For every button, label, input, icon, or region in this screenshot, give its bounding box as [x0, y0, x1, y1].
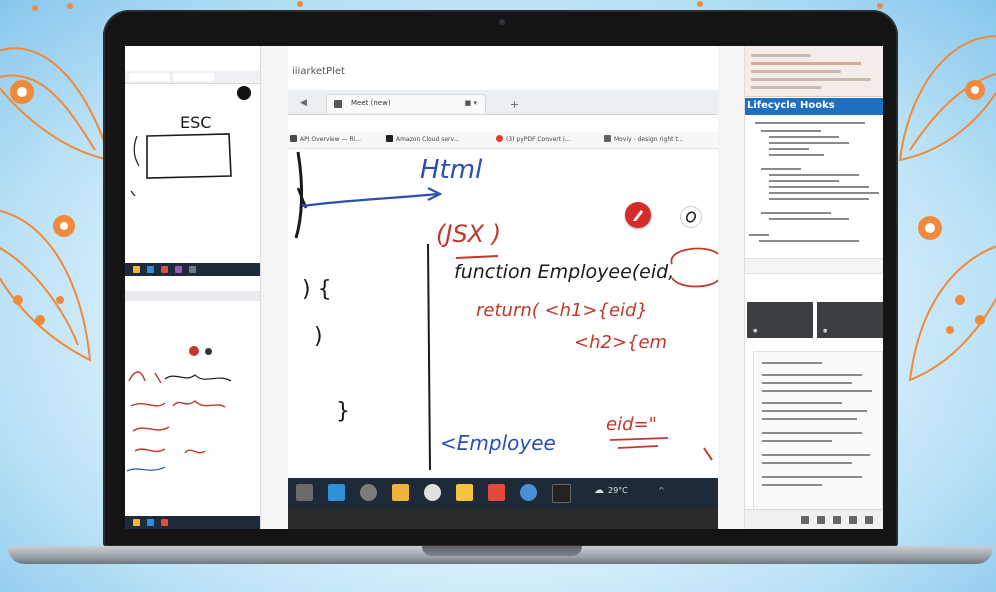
tray-chevron-icon[interactable]: ^ — [658, 486, 665, 495]
whiteboard-canvas[interactable]: Html (JSX ) ) { ) } function Employee(ei… — [288, 148, 718, 470]
component-line-text: <Employee — [440, 431, 556, 455]
jsx-text: (JSX ) — [436, 220, 501, 248]
back-icon[interactable]: ◀ — [300, 98, 307, 108]
weather-icon: ☁ — [594, 485, 604, 496]
bookmark-icon — [604, 135, 611, 142]
bookmarks-bar: API Overview — Ri... Amazon Cloud serv..… — [288, 132, 718, 149]
laptop-screen: ESC iiiarketPlet ◀ Meet (new) ■ ▾ + API … — [125, 46, 883, 529]
left-tab[interactable] — [129, 73, 170, 81]
bookmark-icon — [386, 135, 393, 142]
weather-text: 29°C — [608, 486, 628, 495]
bookmark-item[interactable]: API Overview — Ri... — [290, 135, 361, 143]
bookmark-item[interactable]: (3) pyPDF Convert I... — [496, 135, 571, 143]
function-line-text: function Employee(eid, — [454, 261, 674, 283]
right-window[interactable]: Lifecycle Hooks ● ● — [744, 46, 883, 529]
laptop-notch — [422, 546, 582, 556]
app-icon[interactable] — [456, 484, 473, 501]
open-brace-text: ) { — [302, 277, 332, 302]
right-status-strip — [745, 258, 883, 274]
right-bottom-toolbar[interactable] — [745, 509, 883, 529]
video-tile[interactable]: ● — [817, 302, 883, 338]
left-tab[interactable] — [173, 73, 214, 81]
pen-icon[interactable] — [625, 202, 651, 228]
tab-label: Meet (new) — [351, 99, 391, 107]
webcam — [499, 19, 505, 25]
close-brace-text: } — [336, 399, 350, 424]
left-whiteboard: ESC — [130, 113, 232, 197]
windows-taskbar[interactable]: ☁ 29°C ^ — [288, 478, 718, 508]
terminal-icon[interactable] — [552, 484, 571, 503]
bookmark-item[interactable]: Amazon Cloud serv... — [386, 135, 459, 143]
paren-text: ) — [314, 324, 323, 349]
app-icon[interactable] — [424, 484, 441, 501]
bookmark-item[interactable]: Moviy - design right t... — [604, 135, 684, 143]
return-line1-text: return( <h1>{eid} — [476, 300, 648, 321]
window-title: iiiarketPlet — [292, 66, 345, 77]
slide-title: Lifecycle Hooks — [747, 100, 835, 111]
chrome-icon[interactable] — [360, 484, 377, 501]
app-icon[interactable] — [488, 484, 505, 501]
eraser-icon[interactable] — [205, 348, 212, 355]
left-taskbar[interactable] — [125, 263, 260, 276]
browser-tab[interactable]: Meet (new) ■ ▾ — [326, 94, 486, 113]
vscode-icon[interactable] — [328, 484, 345, 501]
ppt-ribbon[interactable] — [745, 46, 883, 97]
pen-glyph-icon — [633, 210, 643, 221]
bookmark-icon — [290, 135, 297, 142]
document-preview — [753, 351, 883, 518]
left-window[interactable]: ESC — [125, 46, 261, 529]
left-handwriting-red — [126, 371, 232, 472]
esc-label: ESC — [180, 113, 211, 132]
tab-favicon-icon — [334, 100, 342, 108]
pen-icon[interactable] — [189, 346, 199, 356]
html-text: Html — [420, 155, 483, 185]
laptop: ESC iiiarketPlet ◀ Meet (new) ■ ▾ + API … — [103, 10, 898, 547]
browser-tab-bar[interactable]: ◀ Meet (new) ■ ▾ + — [288, 90, 718, 115]
left-bookmark-strip — [125, 291, 260, 301]
left-tab-bar[interactable] — [125, 71, 260, 84]
left-taskbar-bottom[interactable] — [125, 516, 260, 529]
center-window[interactable]: iiiarketPlet ◀ Meet (new) ■ ▾ + API Over… — [288, 46, 718, 529]
slide-title-banner: Lifecycle Hooks — [745, 98, 883, 115]
file-explorer-icon[interactable] — [392, 484, 409, 501]
return-line2-text: <h2>{em — [574, 332, 667, 353]
pen-icon[interactable] — [237, 86, 251, 100]
bookmark-icon — [496, 135, 503, 142]
app-icon[interactable] — [520, 484, 537, 501]
eraser-icon[interactable] — [680, 206, 702, 228]
video-tile[interactable]: ● — [747, 302, 813, 338]
windows-start-icon[interactable] — [296, 484, 313, 501]
bottom-bezel-strip — [288, 508, 718, 529]
eid-attr-text: eid=" — [606, 414, 657, 435]
tab-menu-icon[interactable]: ■ ▾ — [465, 99, 477, 107]
eraser-glyph-icon — [685, 211, 697, 223]
new-tab-icon[interactable]: + — [510, 98, 519, 111]
